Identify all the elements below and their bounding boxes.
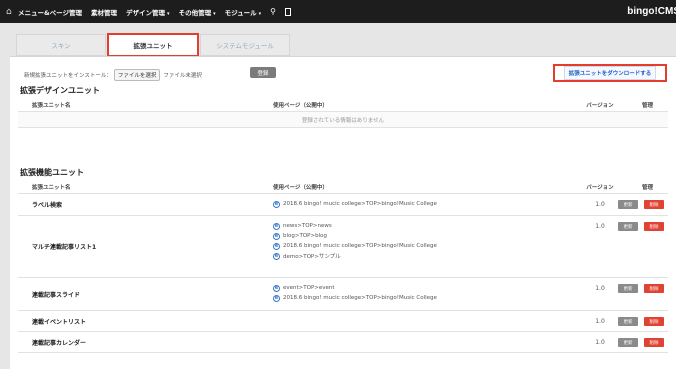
home-icon[interactable]: ⌂ [6,7,18,17]
page-list: e event>TOP>event e 2018.6 bingo! mucic co… [273,278,573,308]
delete-button[interactable]: 削除 [644,200,664,209]
design-section-title: 拡張デザインユニット [20,86,100,95]
tab-skin[interactable]: スキン [16,34,106,56]
page-link[interactable]: e news>TOP>news [273,221,573,231]
unit-name: 連載イベントリスト [32,318,87,326]
header-manage: 管理 [641,184,653,191]
page-list: e news>TOP>news e blog>TOP>blog e 2018.6 bi… [273,216,573,266]
ie-browser-icon: e [273,232,280,240]
main-panel: 新規拡張ユニットをインストール： ファイルを選択 ファイル未選択 登録 拡張ユニ… [10,56,676,369]
update-button[interactable]: 更新 [618,284,638,293]
design-unit-table: 拡張ユニット名 使用ページ（公開中） バージョン 管理 登録されている情報はあり… [18,98,668,128]
download-unit-button[interactable]: 拡張ユニットをダウンロードする [553,64,667,82]
manage-buttons: 更新 削除 [618,222,664,231]
nav-design[interactable]: デザイン管理 ▾ [126,7,170,17]
page-link[interactable]: e demo>TOP>サンプル [273,251,573,261]
delete-button[interactable]: 削除 [644,338,664,347]
brand-logo: bingo!CMS [627,6,676,17]
table-header: 拡張ユニット名 使用ページ（公開中） バージョン 管理 [18,98,668,112]
table-row: マルチ連載記事リスト1 e news>TOP>news e blog>TOP>blo… [18,216,668,278]
page-link[interactable]: e event>TOP>event [273,283,573,293]
unit-name: マルチ連載記事リスト1 [32,244,97,251]
page-link[interactable]: e 2018.6 bingo! mucic college>TOP>bingo!M… [273,241,573,251]
update-button[interactable]: 更新 [618,317,638,326]
page-link[interactable]: e 2018.6 bingo! mucic college>TOP>bingo!M… [273,199,573,209]
unit-name: 連載記事カレンダー [32,339,87,347]
page-list [273,311,573,321]
manage-buttons: 更新 削除 [618,317,664,326]
ie-browser-icon: e [273,200,280,208]
unit-name: 連載記事スライド [32,291,81,299]
update-button[interactable]: 更新 [618,200,638,209]
page-list: e 2018.6 bingo! mucic college>TOP>bingo!M… [273,194,573,214]
nav-module[interactable]: モジュール ▾ [225,7,262,17]
ie-browser-icon: e [273,242,280,250]
delete-button[interactable]: 削除 [644,284,664,293]
file-status: ファイル未選択 [163,73,202,79]
table-row: ラベル検索 e 2018.6 bingo! mucic college>TOP>b… [18,194,668,216]
page-link[interactable]: e 2018.6 bingo! mucic college>TOP>bingo!M… [273,293,573,303]
function-section-title: 拡張機能ユニット [20,168,84,177]
page-list [273,332,573,342]
nav-material[interactable]: 素材管理 [91,7,117,17]
manage-buttons: 更新 削除 [618,338,664,347]
header-name: 拡張ユニット名 [32,184,71,191]
header-page: 使用ページ（公開中） [273,184,328,191]
update-button[interactable]: 更新 [618,338,638,347]
manage-buttons: 更新 削除 [618,200,664,209]
nav-menu-page[interactable]: メニュー&ページ管理 [18,7,82,17]
tab-bar: スキン 拡張ユニット システムモジュール [16,33,292,57]
install-label: 新規拡張ユニットをインストール： [24,73,112,79]
tab-extension-unit[interactable]: 拡張ユニット [107,33,199,57]
ie-browser-icon: e [273,284,280,292]
header-version: バージョン [586,102,614,109]
table-header: 拡張ユニット名 使用ページ（公開中） バージョン 管理 [18,180,668,194]
table-row: 連載記事カレンダー 1.0 更新 削除 [18,332,668,353]
install-row: 新規拡張ユニットをインストール： ファイルを選択 ファイル未選択 [24,69,202,81]
document-icon[interactable] [285,7,291,16]
update-button[interactable]: 更新 [618,222,638,231]
table-row: 連載イベントリスト 1.0 更新 削除 [18,311,668,332]
tab-system-module[interactable]: システムモジュール [200,34,290,56]
page-link[interactable]: e blog>TOP>blog [273,231,573,241]
ie-browser-icon: e [273,294,280,302]
header-manage: 管理 [641,102,653,109]
ie-browser-icon: e [273,252,280,260]
search-icon[interactable]: ⚲ [270,7,276,16]
delete-button[interactable]: 削除 [644,222,664,231]
manage-buttons: 更新 削除 [618,284,664,293]
unit-name: ラベル検索 [32,202,63,209]
download-unit-label: 拡張ユニットをダウンロードする [563,66,657,80]
function-unit-table: 拡張ユニット名 使用ページ（公開中） バージョン 管理 ラベル検索 e 2018.… [18,180,668,353]
main-nav: メニュー&ページ管理 素材管理 デザイン管理 ▾ その他管理 ▾ モジュール ▾ ⚲ [18,7,291,17]
nav-other[interactable]: その他管理 ▾ [179,7,216,17]
choose-file-button[interactable]: ファイルを選択 [113,69,161,81]
header-name: 拡張ユニット名 [32,102,71,109]
empty-message: 登録されている情報はありません [18,112,668,128]
header-page: 使用ページ（公開中） [273,102,328,109]
table-row: 連載記事スライド e event>TOP>event e 2018.6 bingo!… [18,278,668,311]
register-button[interactable]: 登録 [250,67,276,78]
delete-button[interactable]: 削除 [644,317,664,326]
top-nav-bar: ⌂ メニュー&ページ管理 素材管理 デザイン管理 ▾ その他管理 ▾ モジュール ▾ … [0,0,676,23]
header-version: バージョン [586,184,614,191]
ie-browser-icon: e [273,222,280,230]
